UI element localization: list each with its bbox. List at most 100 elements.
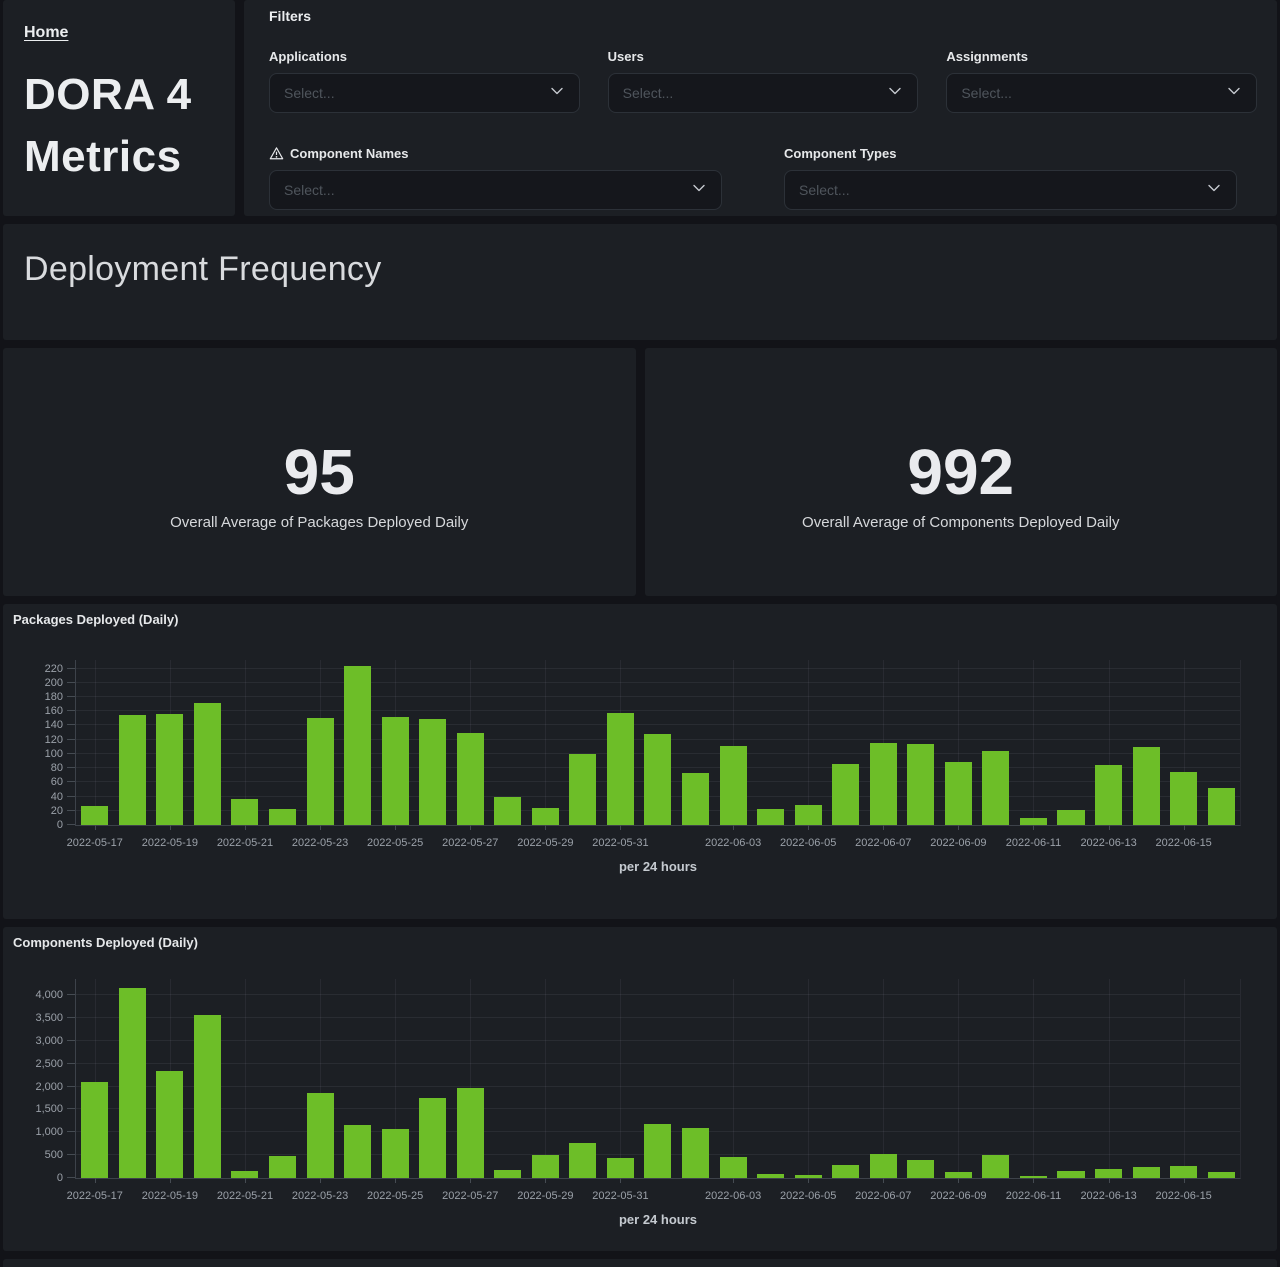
users-placeholder: Select... (623, 85, 674, 101)
x-tick-label: 2022-05-27 (442, 1190, 498, 1202)
y-tick-label: 3,500 (35, 1012, 63, 1024)
x-axis-tick (245, 825, 246, 830)
x-tick-label: 2022-05-31 (592, 1190, 648, 1202)
chart-panel-components-deployed: Components Deployed (Daily) 05001,0001,5… (3, 927, 1277, 1251)
bar-2022-06-07 (870, 1154, 897, 1178)
y-axis-tick (67, 682, 75, 683)
filter-field-assignments: Assignments Select... (946, 49, 1257, 113)
bar-2022-06-11 (1020, 818, 1047, 825)
x-axis-tick (1184, 1178, 1185, 1183)
bar-2022-05-28 (494, 797, 521, 825)
bar-slot (151, 979, 189, 1178)
bar-slot (977, 979, 1015, 1178)
home-link[interactable]: Home (24, 24, 68, 42)
bar-slot (564, 979, 602, 1178)
x-axis-tick (545, 1178, 546, 1183)
x-axis-tick (545, 825, 546, 830)
bar-slot (902, 660, 940, 825)
x-axis-tick (395, 825, 396, 830)
bars-container (76, 979, 1240, 1178)
dashboard-title-line1: DORA 4 (24, 64, 214, 126)
y-tick-label: 120 (45, 734, 63, 746)
x-axis-tick (1033, 825, 1034, 830)
bar-2022-06-11 (1020, 1176, 1047, 1178)
bar-2022-06-01 (644, 1124, 671, 1178)
x-axis-tick (733, 825, 734, 830)
bar-2022-05-27 (457, 733, 484, 825)
x-axis-tick (808, 825, 809, 830)
bar-slot (151, 660, 189, 825)
bar-slot (1052, 979, 1090, 1178)
y-tick-label: 140 (45, 719, 63, 731)
bar-2022-06-06 (832, 764, 859, 825)
y-axis-tick (67, 710, 75, 711)
bar-2022-05-19 (156, 1071, 183, 1179)
bar-2022-06-08 (907, 1160, 934, 1178)
bar-slot (902, 979, 940, 1178)
bar-slot (789, 979, 827, 1178)
page-title: Deployment Frequency (24, 250, 1256, 289)
y-tick-label: 500 (45, 1149, 63, 1161)
bar-slot (602, 660, 640, 825)
x-axis-tick (1109, 825, 1110, 830)
assignments-select[interactable]: Select... (946, 73, 1257, 113)
y-tick-label: 4,000 (35, 989, 63, 1001)
bar-2022-05-21 (231, 799, 258, 825)
x-tick-label: 2022-05-19 (142, 837, 198, 849)
x-tick-label: 2022-06-09 (930, 837, 986, 849)
component-names-select[interactable]: Select... (269, 170, 722, 210)
x-axis-tick (883, 825, 884, 830)
y-tick-label: 220 (45, 663, 63, 675)
bar-2022-05-29 (532, 1155, 559, 1178)
applications-select[interactable]: Select... (269, 73, 580, 113)
bar-2022-05-30 (569, 754, 596, 825)
bar-2022-05-26 (419, 1098, 446, 1178)
x-axis-tick (470, 825, 471, 830)
bar-2022-06-02 (682, 1128, 709, 1178)
stat-card-components: 992 Overall Average of Components Deploy… (645, 348, 1278, 596)
bar-2022-05-18 (119, 988, 146, 1178)
bar-slot (827, 979, 865, 1178)
y-axis-tick (67, 1154, 75, 1155)
dashboard-title-line2: Metrics (24, 126, 214, 188)
bar-2022-06-08 (907, 744, 934, 825)
bar-2022-06-15 (1170, 1166, 1197, 1178)
users-select[interactable]: Select... (608, 73, 919, 113)
bar-slot (414, 979, 452, 1178)
bar-2022-06-15 (1170, 772, 1197, 825)
stat-label-packages: Overall Average of Packages Deployed Dai… (170, 514, 468, 531)
bar-2022-05-20 (194, 1015, 221, 1178)
y-tick-label: 160 (45, 705, 63, 717)
x-axis-tick (320, 825, 321, 830)
x-tick-label: 2022-05-29 (517, 1190, 573, 1202)
x-tick-label: 2022-06-03 (705, 837, 761, 849)
x-tick-label: 2022-05-25 (367, 1190, 423, 1202)
bar-slot (189, 979, 227, 1178)
bar-2022-05-17 (81, 806, 108, 825)
filter-field-users: Users Select... (608, 49, 919, 113)
y-axis-tick (67, 1040, 75, 1041)
bar-slot (1165, 979, 1203, 1178)
bar-slot (189, 660, 227, 825)
dashboard-page: Home DORA 4 Metrics Filters Applications… (0, 0, 1280, 1267)
bar-slot (301, 979, 339, 1178)
bar-slot (789, 660, 827, 825)
bar-slot (76, 660, 114, 825)
component-types-select[interactable]: Select... (784, 170, 1237, 210)
x-axis-tick (958, 1178, 959, 1183)
bar-2022-06-07 (870, 743, 897, 825)
bar-slot (339, 979, 377, 1178)
bar-2022-06-09 (945, 762, 972, 825)
bar-2022-05-31 (607, 1158, 634, 1178)
bar-2022-06-14 (1133, 747, 1160, 825)
y-tick-label: 1,000 (35, 1126, 63, 1138)
bar-2022-06-13 (1095, 765, 1122, 825)
bar-2022-05-28 (494, 1170, 521, 1178)
x-axis-tick (170, 825, 171, 830)
x-axis-tick (170, 1178, 171, 1183)
bar-slot (1202, 979, 1240, 1178)
component-names-label-text: Component Names (290, 146, 408, 161)
x-axis-tick (395, 1178, 396, 1183)
y-tick-label: 20 (51, 805, 63, 817)
bar-slot (1015, 979, 1053, 1178)
